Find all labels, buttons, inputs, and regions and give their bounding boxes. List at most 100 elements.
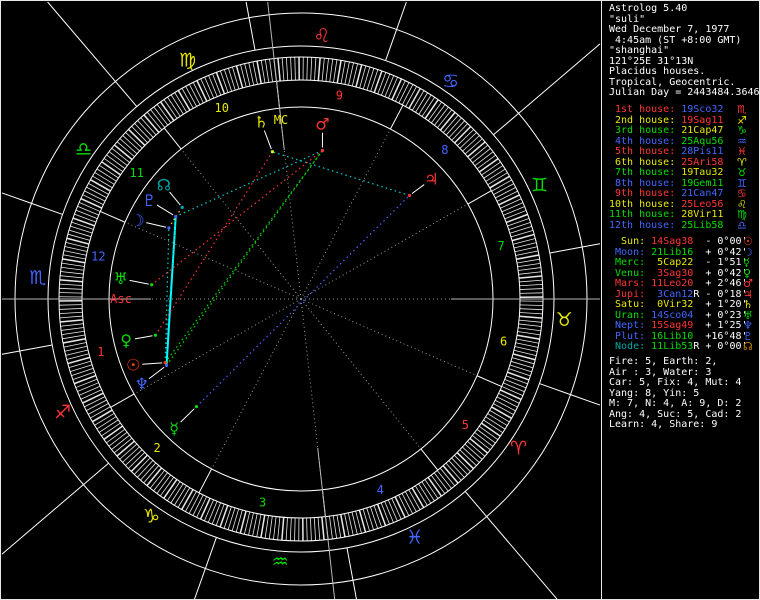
planet-pointer-mercury — [180, 408, 195, 423]
degree-tick — [401, 84, 414, 105]
element-mode-summary: Fire: 5, Earth: 2, Air : 3, Water: 3 Car… — [609, 356, 741, 431]
degree-tick — [516, 258, 540, 264]
house-cusp-segment-3 — [198, 468, 213, 494]
sign-glyph-leo: ♌ — [313, 25, 330, 47]
degree-tick — [518, 275, 542, 279]
sign-glyph-libra: ♎ — [75, 138, 92, 160]
house-cusp-value: 25Lib58 — [681, 220, 724, 232]
degree-tick — [518, 271, 542, 275]
degree-tick — [306, 517, 308, 541]
sign-boundary-line — [248, 17, 256, 51]
degree-tick — [518, 327, 541, 332]
house-cusp-spoke-2 — [133, 298, 302, 395]
house-label: 11th house: — [609, 209, 682, 221]
aspect-opposition-mercury-jupiter — [196, 195, 410, 408]
degree-tick — [260, 60, 266, 84]
degree-tick — [80, 389, 102, 400]
degree-tick — [516, 334, 540, 340]
degree-tick — [90, 179, 111, 192]
sign-boundary-line — [31, 202, 63, 215]
planet-label: Uran: — [609, 309, 652, 321]
degree-tick — [310, 57, 313, 81]
house-row-12: 12th house: 25Lib58 ♎ — [609, 220, 747, 232]
sign-boundary-extension — [1, 192, 32, 204]
degree-tick — [503, 382, 525, 393]
house-number-4: 4 — [377, 483, 384, 497]
degree-tick — [507, 217, 530, 227]
degree-tick — [74, 213, 97, 223]
house-number-2: 2 — [153, 441, 160, 455]
house-label: 4th house: — [609, 135, 682, 147]
degree-tick — [260, 514, 266, 538]
degree-tick — [498, 194, 520, 206]
sign-glyph-aquarius: ♒ — [272, 551, 289, 573]
degree-tick — [514, 346, 538, 352]
degree-tick — [192, 494, 204, 516]
degree-tick — [177, 90, 191, 111]
sign-boundary-line — [204, 537, 217, 569]
degree-tick — [61, 266, 84, 271]
daily-motion-value: - 0°18' — [705, 288, 748, 300]
degree-tick — [78, 385, 101, 396]
degree-tick — [78, 202, 101, 212]
degree-tick — [60, 323, 84, 327]
planet-label: Moon: — [609, 246, 652, 258]
degree-tick — [387, 499, 398, 522]
degree-tick — [277, 58, 281, 82]
degree-tick — [269, 59, 273, 82]
degree-tick — [321, 516, 325, 540]
degree-tick — [252, 513, 258, 537]
sign-boundary-extension — [47, 1, 116, 82]
degree-tick — [285, 517, 288, 541]
degree-tick — [72, 217, 95, 227]
retrograde-marker — [693, 331, 705, 342]
retrograde-marker: R — [693, 341, 706, 353]
house-label: 10th house: — [609, 198, 682, 210]
degree-tick — [519, 315, 543, 319]
planet-position-value: 11Leo20 — [651, 278, 694, 290]
planet-glyph-venus: ♀ — [120, 331, 132, 350]
degree-tick — [71, 221, 94, 230]
degree-tick — [373, 70, 383, 93]
degree-tick — [509, 225, 532, 234]
retrograde-marker — [693, 310, 705, 321]
planet-dot-uranus — [150, 283, 154, 287]
degree-tick — [185, 86, 197, 107]
sign-glyph-scorpio: ♏ — [29, 267, 46, 289]
sign-boundary-line — [493, 113, 519, 136]
degree-tick — [499, 389, 522, 401]
chart-header-info: Astrolog 5.40 "suli" Wed December 7, 197… — [609, 3, 759, 99]
sign-boundary-line — [464, 491, 487, 517]
degree-tick — [204, 76, 215, 99]
sign-boundary-extension — [570, 394, 601, 406]
degree-tick — [86, 186, 107, 199]
house-cusp-value: 28Vir11 — [681, 209, 724, 221]
sign-boundary-line — [115, 81, 138, 107]
sign-glyph-sagittarius: ♐ — [54, 402, 71, 424]
degree-tick — [370, 69, 379, 92]
degree-tick — [519, 292, 543, 294]
house-cusp-value: 19Tau32 — [681, 167, 724, 179]
planet-position-value: 21Lib16 — [651, 246, 694, 258]
degree-tick — [314, 57, 317, 81]
degree-tick — [219, 70, 229, 93]
degree-tick — [264, 59, 270, 83]
degree-tick — [80, 197, 103, 209]
degree-tick — [398, 494, 410, 516]
degree-tick — [59, 315, 83, 319]
sign-boundary-line — [19, 344, 53, 352]
planet-label: Merc: — [609, 257, 652, 269]
degree-tick — [227, 68, 236, 91]
planet-position-value: 14Sag38 — [651, 236, 694, 247]
retrograde-marker — [693, 299, 705, 310]
aspect-sextile-jupiter-saturn — [272, 151, 410, 197]
house-number-3: 3 — [259, 495, 266, 509]
natal-chart-wheel: ♈♉♊♋♌♍♎♏♐♑♒♓123456789101112☉☽☿♀♂♃♄♅♆♇☊As… — [1, 1, 601, 599]
planet-glyph-mars: ♂ — [315, 114, 329, 133]
aspect-trine-neptune-mars — [166, 150, 323, 366]
sign-glyph-capricorn: ♑ — [143, 505, 160, 527]
midheaven-label: MC — [274, 113, 288, 127]
planet-position-value: 15Sag49 — [651, 320, 694, 332]
degree-tick — [196, 496, 207, 518]
degree-tick — [515, 250, 539, 256]
